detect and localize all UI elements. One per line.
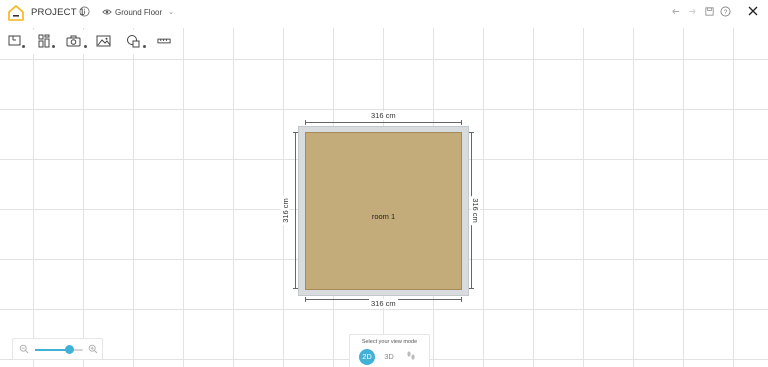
zoom-slider[interactable] bbox=[35, 345, 83, 354]
floor-selector[interactable]: Ground Floor ⌄ bbox=[102, 5, 174, 19]
dimension-tick bbox=[461, 297, 462, 302]
app: PROJECT 1 Ground Floor ⌄ ? 316 cm 316 cm… bbox=[0, 0, 768, 367]
help-icon[interactable]: ? bbox=[720, 6, 731, 17]
view-mode-2d-button[interactable]: 2D bbox=[359, 349, 375, 365]
svg-text:?: ? bbox=[724, 9, 728, 16]
redo-icon[interactable] bbox=[687, 6, 698, 17]
room-name-label: room 1 bbox=[371, 212, 396, 221]
walk-mode-footprints-icon[interactable] bbox=[405, 350, 417, 362]
tool-menu-dot bbox=[52, 45, 55, 48]
zoom-control bbox=[12, 338, 103, 360]
dimension-tick bbox=[461, 120, 462, 125]
zoom-out-icon[interactable] bbox=[19, 344, 29, 354]
dimension-label-bottom: 316 cm bbox=[369, 299, 398, 308]
dimension-line-left bbox=[295, 132, 296, 289]
save-icon[interactable] bbox=[704, 6, 715, 17]
shapes-icon[interactable] bbox=[126, 34, 142, 48]
zoom-slider-thumb[interactable] bbox=[64, 345, 74, 354]
dimension-tick bbox=[469, 132, 474, 133]
view-mode-3d-button[interactable]: 3D bbox=[381, 349, 397, 365]
dimension-label-left: 316 cm bbox=[280, 196, 290, 225]
home-logo-icon[interactable] bbox=[7, 4, 25, 22]
tool-menu-dot bbox=[22, 45, 25, 48]
dimension-tick bbox=[305, 297, 306, 302]
dimension-tick bbox=[469, 288, 474, 289]
dimension-line-top bbox=[305, 122, 462, 123]
floor-eye-icon bbox=[102, 9, 112, 15]
dimension-label-top: 316 cm bbox=[369, 111, 398, 120]
close-icon[interactable] bbox=[747, 5, 759, 17]
toolbar bbox=[0, 30, 180, 54]
room-floor[interactable]: room 1 bbox=[305, 132, 462, 290]
project-title[interactable]: PROJECT 1 bbox=[31, 7, 85, 18]
info-icon[interactable] bbox=[79, 6, 90, 17]
chevron-down-icon: ⌄ bbox=[168, 9, 175, 16]
furniture-catalog-icon[interactable] bbox=[37, 34, 53, 48]
floor-label: Ground Floor bbox=[115, 7, 163, 17]
picture-icon[interactable] bbox=[96, 34, 112, 48]
view-mode-panel: Select your view mode 2D 3D bbox=[349, 334, 430, 367]
measure-icon[interactable] bbox=[157, 34, 172, 48]
zoom-in-icon[interactable] bbox=[88, 344, 98, 354]
dimension-tick bbox=[305, 120, 306, 125]
zoom-slider-fill bbox=[35, 349, 69, 351]
tool-menu-dot bbox=[84, 45, 87, 48]
top-bar: PROJECT 1 Ground Floor ⌄ ? bbox=[0, 0, 768, 28]
room-1[interactable]: room 1 bbox=[298, 126, 469, 296]
dimension-label-right: 316 cm bbox=[470, 196, 480, 225]
view-mode-title: Select your view mode bbox=[361, 339, 418, 345]
tool-menu-dot bbox=[143, 45, 146, 48]
undo-icon[interactable] bbox=[670, 6, 681, 17]
camera-icon[interactable] bbox=[66, 34, 82, 48]
